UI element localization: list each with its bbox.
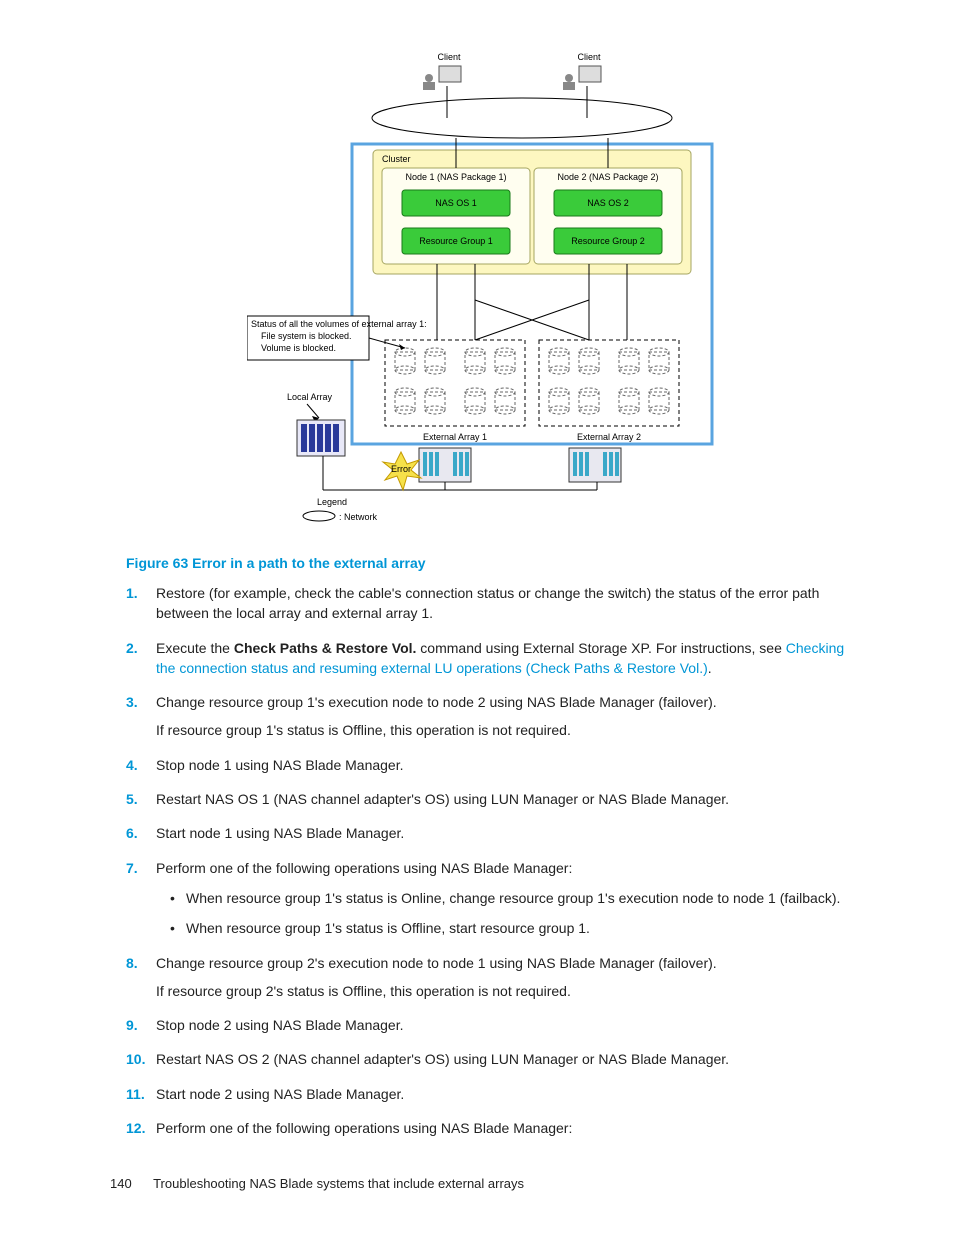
step-1: Restore (for example, check the cable's …: [126, 583, 864, 624]
status-title: Status of all the volumes of external ar…: [251, 319, 427, 329]
node1-label: Node 1 (NAS Package 1): [405, 172, 506, 182]
step-suffix: .: [708, 660, 712, 676]
step-12: Perform one of the following operations …: [126, 1118, 864, 1138]
step-text: Start node 1 using NAS Blade Manager.: [156, 825, 404, 841]
step-7: Perform one of the following operations …: [126, 858, 864, 939]
legend-network: : Network: [339, 512, 378, 522]
step-4: Stop node 1 using NAS Blade Manager.: [126, 755, 864, 775]
step-note: If resource group 2's status is Offline,…: [156, 981, 864, 1001]
client-label-2: Client: [577, 52, 601, 62]
ext1-label: External Array 1: [423, 432, 487, 442]
rg1-label: Resource Group 1: [419, 236, 493, 246]
status-line1: File system is blocked.: [261, 331, 352, 341]
step-text: Stop node 2 using NAS Blade Manager.: [156, 1017, 404, 1033]
substep-1: When resource group 1's status is Online…: [156, 888, 864, 908]
footer-text: Troubleshooting NAS Blade systems that i…: [153, 1176, 524, 1191]
step-note: If resource group 1's status is Offline,…: [156, 720, 864, 740]
step-10: Restart NAS OS 2 (NAS channel adapter's …: [126, 1049, 864, 1069]
step-6: Start node 1 using NAS Blade Manager.: [126, 823, 864, 843]
step-5: Restart NAS OS 1 (NAS channel adapter's …: [126, 789, 864, 809]
rg2-label: Resource Group 2: [571, 236, 645, 246]
legend-label: Legend: [317, 497, 347, 507]
step-text: Change resource group 1's execution node…: [156, 694, 717, 710]
architecture-diagram: Client Client Cluster Node 1 (NAS Packag…: [247, 50, 727, 533]
step-text: Perform one of the following operations …: [156, 860, 572, 876]
status-line2: Volume is blocked.: [261, 343, 336, 353]
step-text: Restore (for example, check the cable's …: [156, 585, 819, 621]
page-number: 140: [110, 1176, 132, 1191]
step-text: Change resource group 2's execution node…: [156, 955, 717, 971]
ext2-label: External Array 2: [577, 432, 641, 442]
error-label: Error: [391, 464, 411, 474]
step-3: Change resource group 1's execution node…: [126, 692, 864, 741]
substeps: When resource group 1's status is Online…: [156, 888, 864, 939]
step-text: Start node 2 using NAS Blade Manager.: [156, 1086, 404, 1102]
cluster-label: Cluster: [382, 154, 411, 164]
step-11: Start node 2 using NAS Blade Manager.: [126, 1084, 864, 1104]
substep-2: When resource group 1's status is Offlin…: [156, 918, 864, 938]
nasos1-label: NAS OS 1: [435, 198, 477, 208]
step-2: Execute the Check Paths & Restore Vol. c…: [126, 638, 864, 679]
page-footer: 140 Troubleshooting NAS Blade systems th…: [110, 1176, 524, 1191]
step-text: Stop node 1 using NAS Blade Manager.: [156, 757, 404, 773]
step-mid: command using External Storage XP. For i…: [416, 640, 785, 656]
step-text: Restart NAS OS 1 (NAS channel adapter's …: [156, 791, 729, 807]
step-prefix: Execute the: [156, 640, 234, 656]
figure-title: Figure 63 Error in a path to the externa…: [126, 555, 864, 571]
node2-label: Node 2 (NAS Package 2): [557, 172, 658, 182]
local-array-label: Local Array: [287, 392, 333, 402]
step-text: Restart NAS OS 2 (NAS channel adapter's …: [156, 1051, 729, 1067]
step-bold: Check Paths & Restore Vol.: [234, 640, 417, 656]
steps-list: Restore (for example, check the cable's …: [126, 583, 864, 1138]
step-9: Stop node 2 using NAS Blade Manager.: [126, 1015, 864, 1035]
step-text: Perform one of the following operations …: [156, 1120, 572, 1136]
client-label-1: Client: [437, 52, 461, 62]
nasos2-label: NAS OS 2: [587, 198, 629, 208]
step-8: Change resource group 2's execution node…: [126, 953, 864, 1002]
